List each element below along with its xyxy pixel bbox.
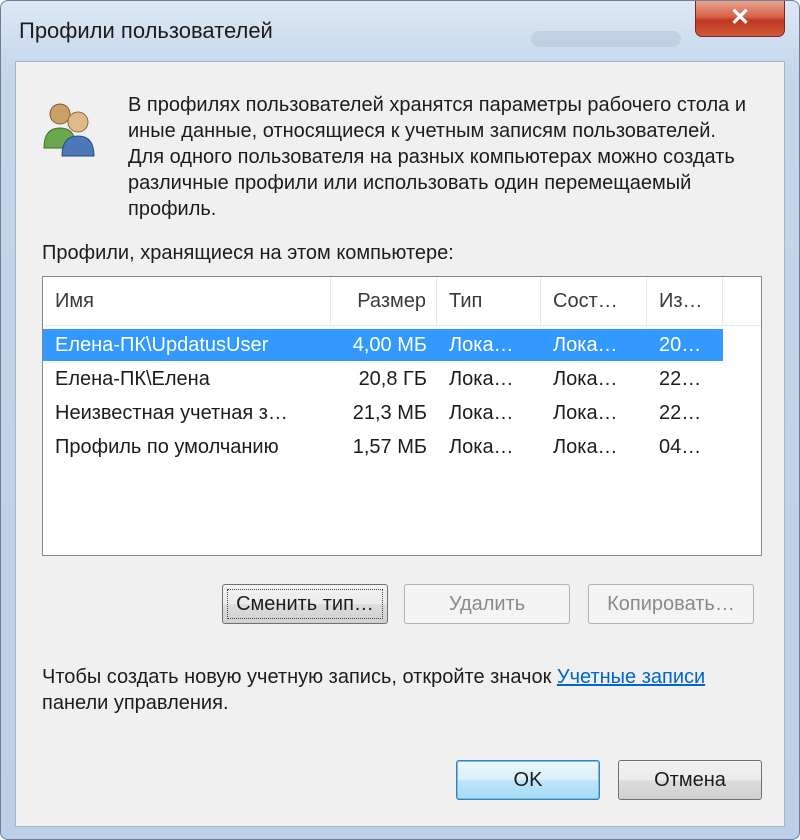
close-button[interactable]: ✕ bbox=[695, 1, 785, 37]
copy-button[interactable]: Копировать… bbox=[588, 584, 754, 624]
description-text: В профилях пользователей хранятся параме… bbox=[128, 94, 746, 220]
column-state[interactable]: Сост… bbox=[541, 277, 647, 325]
profiles-list[interactable]: Имя Размер Тип Сост… Из… Елена-ПК\Updatu… bbox=[42, 276, 762, 556]
cell-name: Неизвестная учетная з… bbox=[55, 402, 288, 424]
user-profiles-dialog: Профили пользователей ✕ В профилях польз… bbox=[0, 0, 800, 840]
info-prefix: Чтобы создать новую учетную запись, откр… bbox=[42, 666, 557, 688]
change-type-button[interactable]: Сменить тип… bbox=[222, 584, 388, 624]
column-name[interactable]: Имя bbox=[43, 277, 331, 325]
ok-button[interactable]: OK bbox=[456, 760, 600, 800]
cell-size: 1,57 МБ bbox=[352, 436, 427, 458]
profiles-label: Профили, хранящиеся на этом компьютере: bbox=[42, 242, 454, 264]
cell-type: Лока… bbox=[449, 368, 514, 390]
user-accounts-link[interactable]: Учетные записи bbox=[557, 666, 705, 688]
table-row[interactable]: Елена-ПК\UpdatusUser 4,00 МБ Лока… Лока…… bbox=[43, 329, 723, 361]
cell-size: 4,00 МБ bbox=[352, 334, 427, 356]
cell-state: Лока… bbox=[553, 334, 618, 356]
background-blur bbox=[531, 31, 681, 47]
cell-size: 20,8 ГБ bbox=[358, 368, 427, 390]
cell-name: Елена-ПК\Елена bbox=[55, 368, 210, 390]
cell-type: Лока… bbox=[449, 402, 514, 424]
window-title: Профили пользователей bbox=[19, 18, 273, 43]
cell-changed: 22… bbox=[659, 402, 702, 424]
cell-state: Лока… bbox=[553, 436, 618, 458]
cancel-button[interactable]: Отмена bbox=[618, 760, 762, 800]
cell-size: 21,3 МБ bbox=[352, 402, 427, 424]
column-size[interactable]: Размер bbox=[331, 277, 437, 325]
list-header: Имя Размер Тип Сост… Из… bbox=[43, 277, 761, 326]
cell-type: Лока… bbox=[449, 334, 514, 356]
cell-name: Профиль по умолчанию bbox=[55, 436, 279, 458]
info-suffix: панели управления. bbox=[42, 692, 229, 714]
cell-name: Елена-ПК\UpdatusUser bbox=[55, 334, 269, 356]
cell-type: Лока… bbox=[449, 436, 514, 458]
cell-state: Лока… bbox=[553, 402, 618, 424]
title-bar: Профили пользователей ✕ bbox=[1, 1, 799, 61]
dialog-body: В профилях пользователей хранятся параме… bbox=[15, 61, 785, 827]
table-row[interactable]: Неизвестная учетная з… 21,3 МБ Лока… Лок… bbox=[43, 397, 723, 429]
table-row[interactable]: Профиль по умолчанию 1,57 МБ Лока… Лока…… bbox=[43, 431, 723, 463]
table-row[interactable]: Елена-ПК\Елена 20,8 ГБ Лока… Лока… 22… bbox=[43, 363, 723, 395]
info-text: Чтобы создать новую учетную запись, откр… bbox=[42, 664, 742, 716]
delete-button[interactable]: Удалить bbox=[404, 584, 570, 624]
users-icon bbox=[43, 103, 95, 157]
column-type[interactable]: Тип bbox=[437, 277, 541, 325]
cell-changed: 22… bbox=[659, 368, 702, 390]
cell-state: Лока… bbox=[553, 368, 618, 390]
cell-changed: 20… bbox=[659, 334, 702, 356]
column-changed[interactable]: Из… bbox=[647, 277, 723, 325]
cell-changed: 04… bbox=[659, 436, 702, 458]
